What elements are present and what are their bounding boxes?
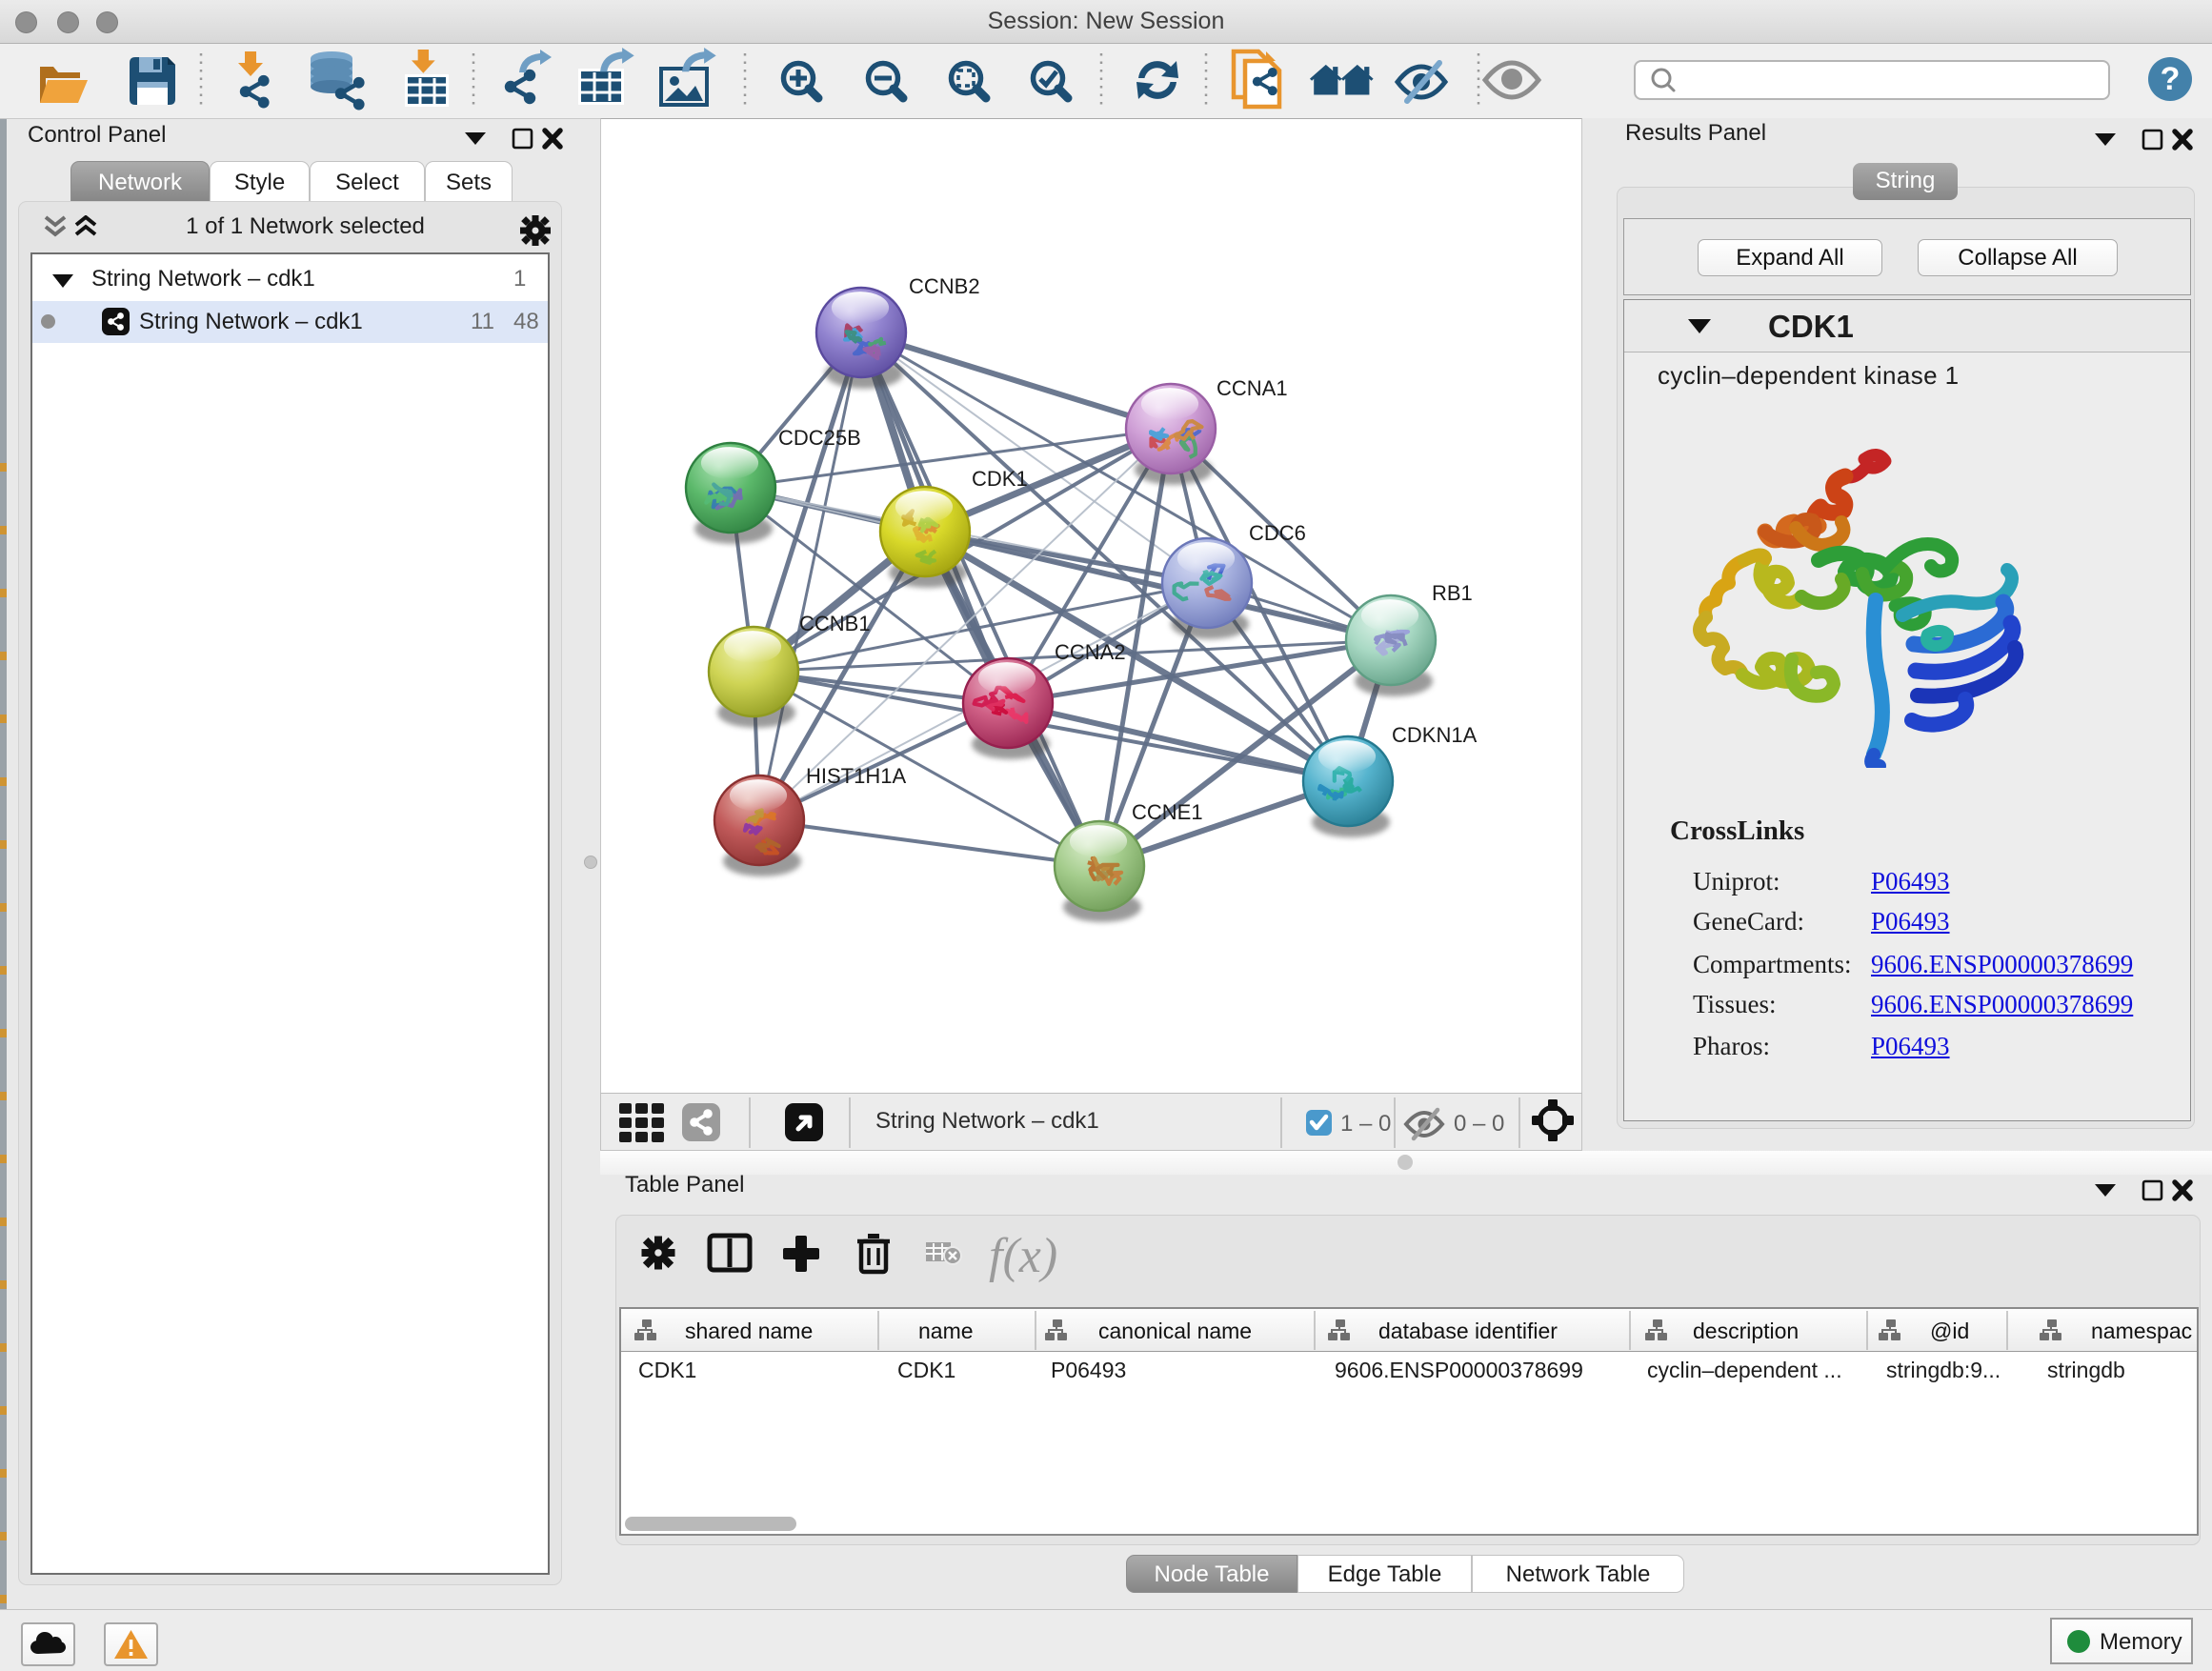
svg-text:@id: @id bbox=[1930, 1319, 1969, 1343]
svg-text:CDC25B: CDC25B bbox=[778, 426, 861, 450]
svg-text:CDK1: CDK1 bbox=[972, 467, 1028, 491]
svg-text:shared name: shared name bbox=[685, 1319, 813, 1343]
svg-text:namespac: namespac bbox=[2091, 1319, 2192, 1343]
svg-text:1 – 0: 1 – 0 bbox=[1340, 1111, 1391, 1137]
svg-text:f(x): f(x) bbox=[989, 1229, 1057, 1283]
svg-text:CDC6: CDC6 bbox=[1249, 521, 1306, 545]
svg-text:CCNB2: CCNB2 bbox=[909, 274, 980, 298]
svg-text:HIST1H1A: HIST1H1A bbox=[806, 764, 906, 788]
svg-text:CDKN1A: CDKN1A bbox=[1392, 723, 1478, 747]
svg-text:CCNE1: CCNE1 bbox=[1132, 800, 1203, 824]
svg-text:description: description bbox=[1693, 1319, 1799, 1343]
svg-text:database identifier: database identifier bbox=[1378, 1319, 1558, 1343]
svg-text:CCNA1: CCNA1 bbox=[1217, 376, 1288, 400]
svg-text:CCNA2: CCNA2 bbox=[1055, 640, 1126, 664]
svg-text:CCNB1: CCNB1 bbox=[799, 612, 871, 635]
svg-text:RB1: RB1 bbox=[1432, 581, 1473, 605]
svg-text:name: name bbox=[918, 1319, 974, 1343]
svg-text:0 – 0: 0 – 0 bbox=[1454, 1111, 1504, 1137]
svg-text:canonical name: canonical name bbox=[1098, 1319, 1252, 1343]
svg-text:?: ? bbox=[2161, 61, 2181, 97]
